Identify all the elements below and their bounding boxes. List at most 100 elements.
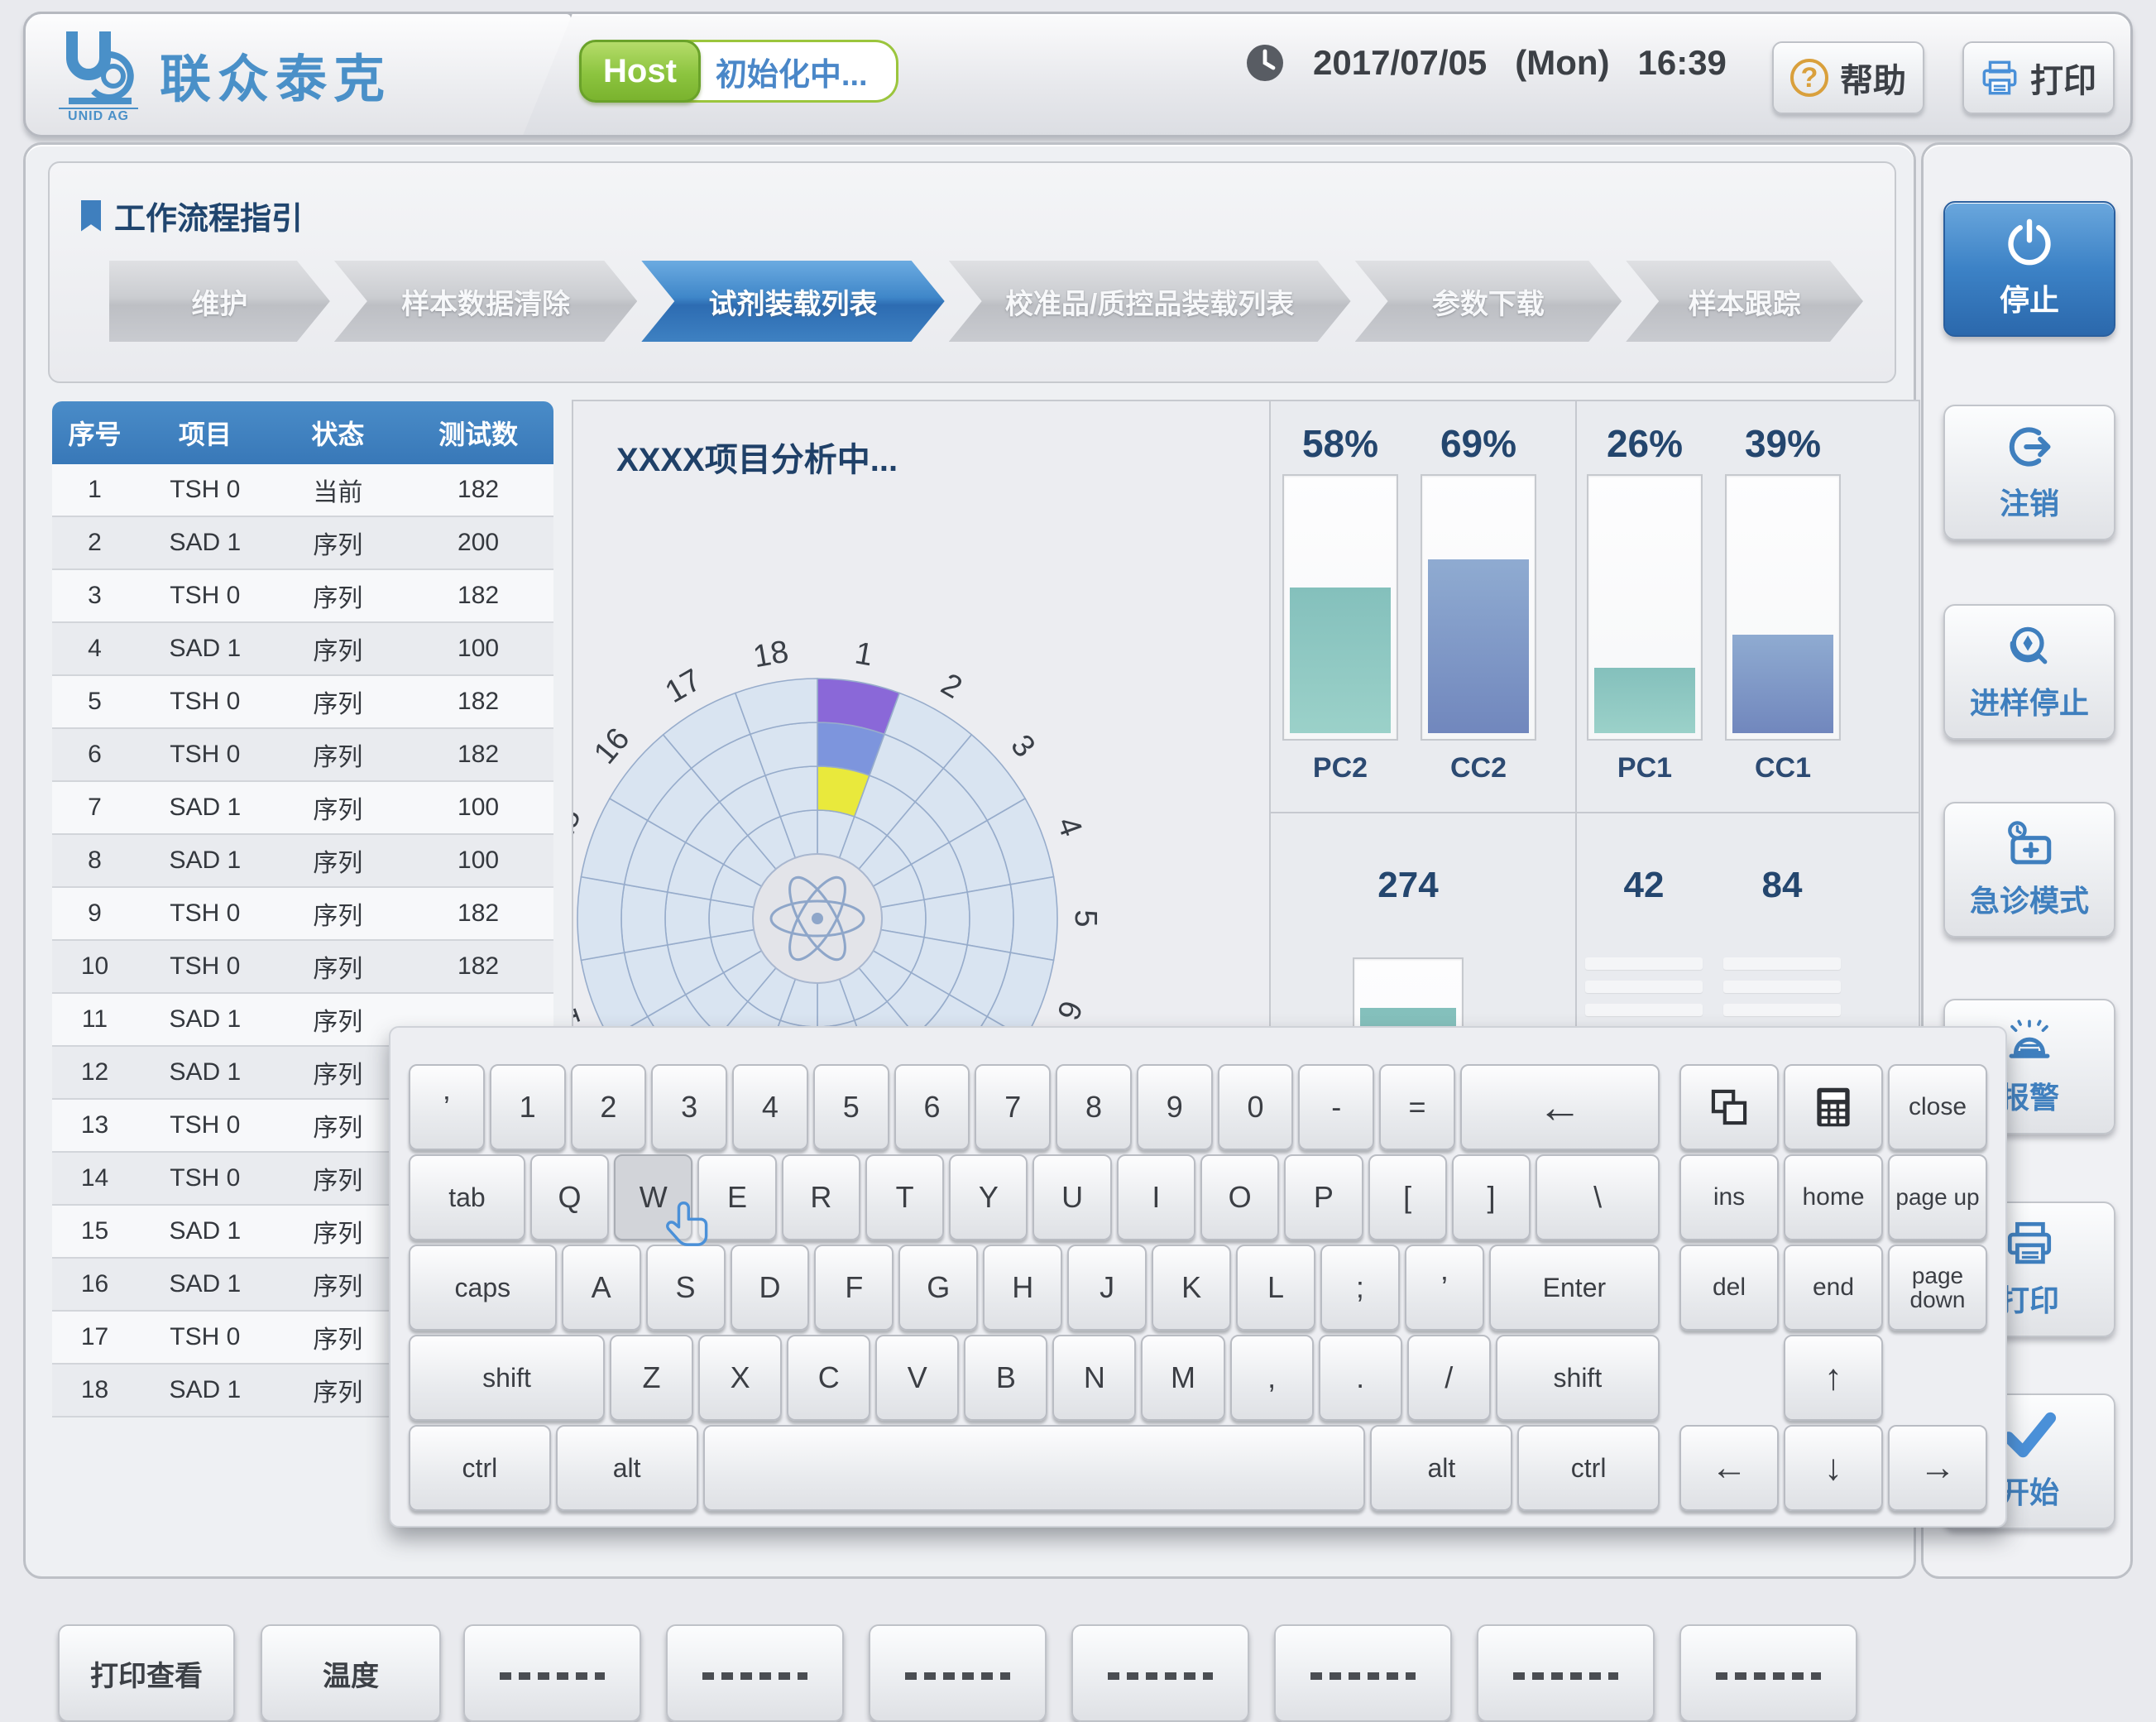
key-end[interactable]: end	[1784, 1245, 1883, 1331]
key-ins[interactable]: ins	[1679, 1154, 1779, 1240]
key-l[interactable]: L	[1236, 1245, 1315, 1331]
key-caps[interactable]: caps	[409, 1245, 557, 1331]
key-home[interactable]: home	[1784, 1154, 1883, 1240]
key-c[interactable]: C	[787, 1335, 870, 1421]
help-button[interactable]: ? 帮助	[1772, 41, 1924, 114]
space-key[interactable]	[703, 1425, 1366, 1511]
key-z[interactable]: Z	[610, 1335, 693, 1421]
key-/[interactable]: /	[1407, 1335, 1491, 1421]
key-r[interactable]: R	[782, 1154, 860, 1240]
table-row[interactable]: 2SAD 1序列200	[52, 517, 553, 570]
calculator-key[interactable]	[1784, 1064, 1883, 1150]
arrow-up-key[interactable]: ↑	[1784, 1335, 1883, 1421]
key-v[interactable]: V	[875, 1335, 959, 1421]
toolbar-button-obscured-5[interactable]	[869, 1624, 1047, 1722]
key-x[interactable]: X	[698, 1335, 782, 1421]
key-n[interactable]: N	[1052, 1335, 1136, 1421]
key--[interactable]: -	[1298, 1064, 1374, 1150]
key-ctrl[interactable]: ctrl	[1517, 1425, 1660, 1511]
workflow-step-5[interactable]: 参数下载	[1355, 261, 1622, 342]
key-b[interactable]: B	[964, 1335, 1047, 1421]
table-row[interactable]: 4SAD 1序列100	[52, 623, 553, 676]
sidebar-button-2[interactable]: 注销	[1943, 405, 2115, 540]
key-3[interactable]: 3	[651, 1064, 727, 1150]
table-row[interactable]: 7SAD 1序列100	[52, 782, 553, 835]
toolbar-button-obscured-8[interactable]	[1477, 1624, 1655, 1722]
key-;[interactable]: ;	[1320, 1245, 1400, 1331]
key-tab[interactable]: tab	[409, 1154, 525, 1240]
key-d[interactable]: D	[731, 1245, 810, 1331]
key-[[interactable]: [	[1368, 1154, 1447, 1240]
key-w[interactable]: W	[614, 1154, 692, 1240]
toolbar-button-obscured-7[interactable]	[1274, 1624, 1452, 1722]
backspace-key[interactable]: ←	[1460, 1064, 1660, 1150]
table-row[interactable]: 9TSH 0序列182	[52, 888, 553, 941]
key-’[interactable]: ’	[409, 1064, 485, 1150]
toolbar-button-1[interactable]: 打印查看	[58, 1624, 235, 1722]
key-9[interactable]: 9	[1137, 1064, 1213, 1150]
key-,[interactable]: ,	[1230, 1335, 1314, 1421]
key-g[interactable]: G	[898, 1245, 978, 1331]
toolbar-button-obscured-6[interactable]	[1071, 1624, 1249, 1722]
table-row[interactable]: 1TSH 0当前182	[52, 464, 553, 517]
key-5[interactable]: 5	[813, 1064, 889, 1150]
key-alt[interactable]: alt	[556, 1425, 698, 1511]
key-4[interactable]: 4	[732, 1064, 808, 1150]
key-=[interactable]: =	[1379, 1064, 1455, 1150]
key-p[interactable]: P	[1284, 1154, 1363, 1240]
key-][interactable]: ]	[1452, 1154, 1531, 1240]
key-j[interactable]: J	[1067, 1245, 1147, 1331]
key-y[interactable]: Y	[949, 1154, 1028, 1240]
arrow-left-key[interactable]: ←	[1679, 1425, 1779, 1511]
key-shift[interactable]: shift	[1496, 1335, 1660, 1421]
toolbar-button-2[interactable]: 温度	[261, 1624, 441, 1722]
key-m[interactable]: M	[1141, 1335, 1224, 1421]
sidebar-button-3[interactable]: 进样停止	[1943, 604, 2115, 740]
key-q[interactable]: Q	[530, 1154, 609, 1240]
arrow-down-key[interactable]: ↓	[1784, 1425, 1883, 1511]
sidebar-button-1[interactable]: 停止	[1943, 201, 2115, 337]
key-page down[interactable]: page down	[1888, 1245, 1987, 1331]
key-.[interactable]: .	[1319, 1335, 1402, 1421]
key-f[interactable]: F	[814, 1245, 894, 1331]
table-row[interactable]: 6TSH 0序列182	[52, 729, 553, 782]
key-6[interactable]: 6	[894, 1064, 970, 1150]
key-\[interactable]: \	[1536, 1154, 1660, 1240]
workflow-step-3[interactable]: 试剂装载列表	[641, 261, 944, 342]
key-shift[interactable]: shift	[409, 1335, 605, 1421]
key-0[interactable]: 0	[1218, 1064, 1294, 1150]
close-keyboard-key[interactable]: close	[1888, 1064, 1987, 1150]
table-row[interactable]: 3TSH 0序列182	[52, 570, 553, 623]
key-h[interactable]: H	[983, 1245, 1062, 1331]
table-row[interactable]: 8SAD 1序列100	[52, 835, 553, 888]
key-alt[interactable]: alt	[1370, 1425, 1512, 1511]
key-a[interactable]: A	[562, 1245, 641, 1331]
workflow-step-6[interactable]: 样本跟踪	[1626, 261, 1863, 342]
workflow-step-1[interactable]: 维护	[109, 261, 330, 342]
key-del[interactable]: del	[1679, 1245, 1779, 1331]
key-’[interactable]: ’	[1405, 1245, 1484, 1331]
toolbar-button-obscured-3[interactable]	[463, 1624, 641, 1722]
key-o[interactable]: O	[1200, 1154, 1279, 1240]
key-k[interactable]: K	[1152, 1245, 1231, 1331]
virtual-keyboard[interactable]: ’1234567890-=←closetabQWERTYUIOP[]\insho…	[389, 1026, 2007, 1528]
key-2[interactable]: 2	[571, 1064, 647, 1150]
table-row[interactable]: 10TSH 0序列182	[52, 941, 553, 994]
key-7[interactable]: 7	[975, 1064, 1051, 1150]
key-page up[interactable]: page up	[1888, 1154, 1987, 1240]
print-button[interactable]: 打印	[1962, 41, 2115, 114]
key-ctrl[interactable]: ctrl	[409, 1425, 551, 1511]
key-8[interactable]: 8	[1056, 1064, 1132, 1150]
workflow-step-4[interactable]: 校准品/质控品装载列表	[949, 261, 1351, 342]
key-1[interactable]: 1	[490, 1064, 566, 1150]
workflow-step-2[interactable]: 样本数据清除	[334, 261, 637, 342]
key-e[interactable]: E	[697, 1154, 776, 1240]
layout-switch-key[interactable]	[1679, 1064, 1779, 1150]
toolbar-button-obscured-9[interactable]	[1679, 1624, 1857, 1722]
toolbar-button-obscured-4[interactable]	[666, 1624, 844, 1722]
key-t[interactable]: T	[865, 1154, 944, 1240]
arrow-right-key[interactable]: →	[1888, 1425, 1987, 1511]
key-i[interactable]: I	[1117, 1154, 1195, 1240]
key-u[interactable]: U	[1032, 1154, 1111, 1240]
sidebar-button-4[interactable]: 急诊模式	[1943, 802, 2115, 938]
